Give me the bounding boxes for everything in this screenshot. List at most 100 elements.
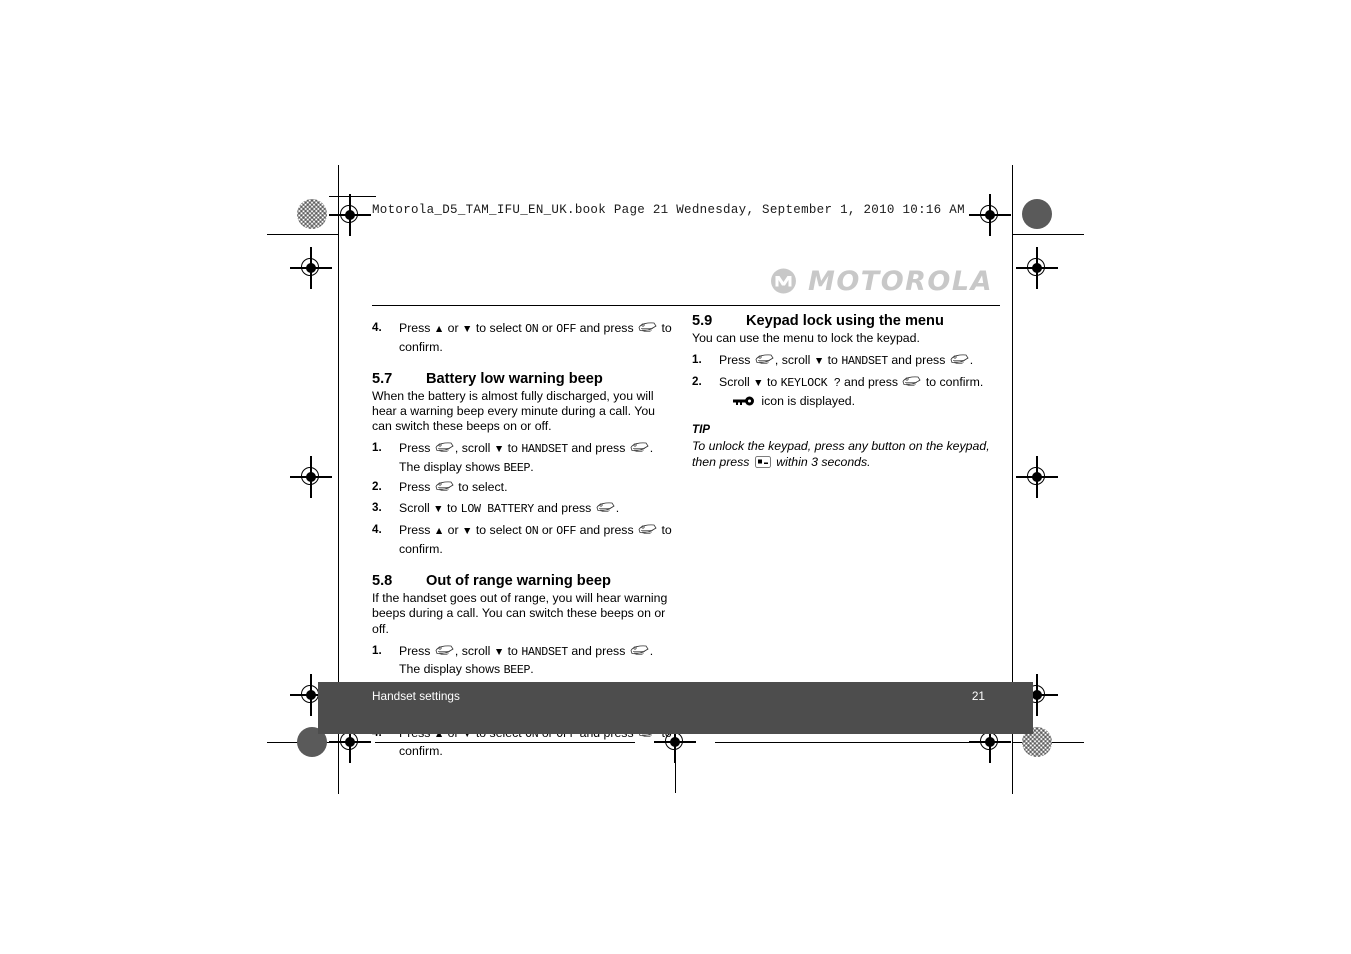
step-text: and press xyxy=(567,441,629,456)
down-arrow-icon: ▼ xyxy=(462,525,473,538)
section-heading-5-7: 5.7 Battery low warning beep xyxy=(372,371,672,388)
step-subtext: The display shows xyxy=(399,662,504,677)
step-text: to xyxy=(504,441,522,456)
menu-value-on: ON xyxy=(525,525,539,539)
step-text: to select. xyxy=(454,480,508,495)
section-heading-5-8: 5.8 Out of range warning beep xyxy=(372,574,672,590)
section-intro: When the battery is almost fully dischar… xyxy=(372,388,656,434)
step-subtext: . xyxy=(530,459,534,474)
step-text: , scroll xyxy=(454,643,494,658)
list-item: 4. Press ▲ or ▼ to select ON or OFF and p… xyxy=(372,320,672,355)
step-text: or xyxy=(444,321,463,335)
menu-softkey-icon xyxy=(630,442,649,453)
registration-mark xyxy=(290,247,332,289)
crop-mark-line xyxy=(1012,165,1014,235)
section-heading-5-9: 5.9 Keypad lock using the menu xyxy=(692,313,992,330)
step-text: and press xyxy=(567,643,629,658)
section-title: Out of range warning beep xyxy=(426,573,611,590)
step-text: . xyxy=(969,352,974,367)
step-text: to xyxy=(504,643,522,658)
right-column: 5.9 Keypad lock using the menu You can u… xyxy=(692,313,992,470)
step-text: and press xyxy=(840,375,902,390)
step-text: Scroll xyxy=(719,375,754,390)
step-number: 4. xyxy=(372,321,382,334)
step-text: . xyxy=(649,643,654,658)
step-list-5-9: 1. Press , scroll ▼ to HANDSET and press … xyxy=(692,352,992,410)
footer-page-number: 21 xyxy=(971,689,985,703)
step-text: and press xyxy=(887,352,949,367)
header-rule xyxy=(329,196,376,197)
registration-mark xyxy=(969,194,1011,236)
step-number: 1. xyxy=(692,352,702,366)
menu-softkey-icon xyxy=(638,524,657,535)
crop-mark-line xyxy=(715,742,975,744)
step-text: Press xyxy=(399,480,434,495)
section-title: Keypad lock using the menu xyxy=(746,313,944,329)
section-number: 5.9 xyxy=(692,313,713,329)
step-text: Press xyxy=(399,643,434,658)
step-text: , scroll xyxy=(454,441,494,456)
tip-text: within 3 seconds. xyxy=(772,454,871,469)
registration-mark xyxy=(1016,456,1058,498)
step-text: or xyxy=(538,321,557,335)
down-arrow-icon: ▼ xyxy=(813,354,825,367)
tip-label: TIP xyxy=(692,423,711,437)
section-number: 5.8 xyxy=(372,573,393,590)
book-header-text: Motorola_D5_TAM_IFU_EN_UK.book Page 21 W… xyxy=(372,203,965,217)
menu-softkey-icon xyxy=(755,354,774,365)
halftone-dot xyxy=(297,199,327,229)
tip-body: To unlock the keypad, press any button o… xyxy=(692,438,992,470)
step-number: 1. xyxy=(372,441,382,455)
menu-softkey-icon xyxy=(950,354,969,365)
step-number: 2. xyxy=(692,375,702,389)
menu-value-off: OFF xyxy=(556,525,577,539)
down-arrow-icon: ▼ xyxy=(462,323,473,335)
section-number: 5.7 xyxy=(372,371,393,387)
step-text: to xyxy=(824,352,842,367)
step-text: to select xyxy=(472,321,526,335)
section-title: Battery low warning beep xyxy=(426,371,603,387)
keylock-key-icon xyxy=(733,394,755,406)
crop-mark-line xyxy=(267,234,339,236)
motorola-batwing-icon xyxy=(771,268,796,294)
menu-softkey-icon xyxy=(435,442,454,453)
menu-value: HANDSET xyxy=(521,645,568,659)
step-text: to xyxy=(763,375,781,390)
step-subtext: icon is displayed. xyxy=(758,393,856,408)
motorola-logo: MOTOROLA xyxy=(771,262,993,300)
motorola-wordmark: MOTOROLA xyxy=(807,265,993,297)
menu-softkey-icon xyxy=(435,645,454,656)
down-arrow-icon: ▼ xyxy=(433,502,444,515)
list-item: 2. Scroll ▼ to KEYLOCK ? and press to con… xyxy=(692,374,992,409)
halftone-dot xyxy=(1022,199,1052,229)
menu-value: HANDSET xyxy=(521,443,568,457)
menu-value-on: ON xyxy=(525,323,539,336)
down-arrow-icon: ▼ xyxy=(493,645,505,658)
registration-mark xyxy=(290,456,332,498)
crop-mark-line xyxy=(675,745,677,793)
registration-mark xyxy=(329,194,371,236)
step-text: Press xyxy=(399,523,434,538)
step-number: 2. xyxy=(372,480,382,494)
step-text: to xyxy=(443,500,461,515)
page-footer-bar: Handset settings 21 xyxy=(318,682,1033,734)
menu-value: HANDSET xyxy=(841,354,888,368)
step-text: Scroll xyxy=(399,500,434,515)
up-arrow-icon: ▲ xyxy=(433,525,445,538)
step-text: Press xyxy=(399,321,434,335)
menu-softkey-icon xyxy=(638,322,657,333)
step-subtext: . xyxy=(530,662,534,677)
step-text: and press xyxy=(533,500,595,515)
menu-value-low-battery: LOW BATTERY xyxy=(460,502,535,516)
list-item: 4. Press ▲ or ▼ to select ON or OFF and p… xyxy=(372,522,672,557)
menu-value-beep: BEEP xyxy=(503,664,531,678)
down-arrow-icon: ▼ xyxy=(493,443,505,456)
step-number: 4. xyxy=(372,523,382,537)
step-text: Press xyxy=(719,352,754,367)
step-number: 3. xyxy=(372,500,382,514)
menu-value-beep: BEEP xyxy=(503,461,531,475)
step-text: to confirm. xyxy=(922,375,984,390)
crop-mark-line xyxy=(1012,234,1084,236)
step-number: 1. xyxy=(372,643,382,657)
up-arrow-icon: ▲ xyxy=(433,323,445,335)
